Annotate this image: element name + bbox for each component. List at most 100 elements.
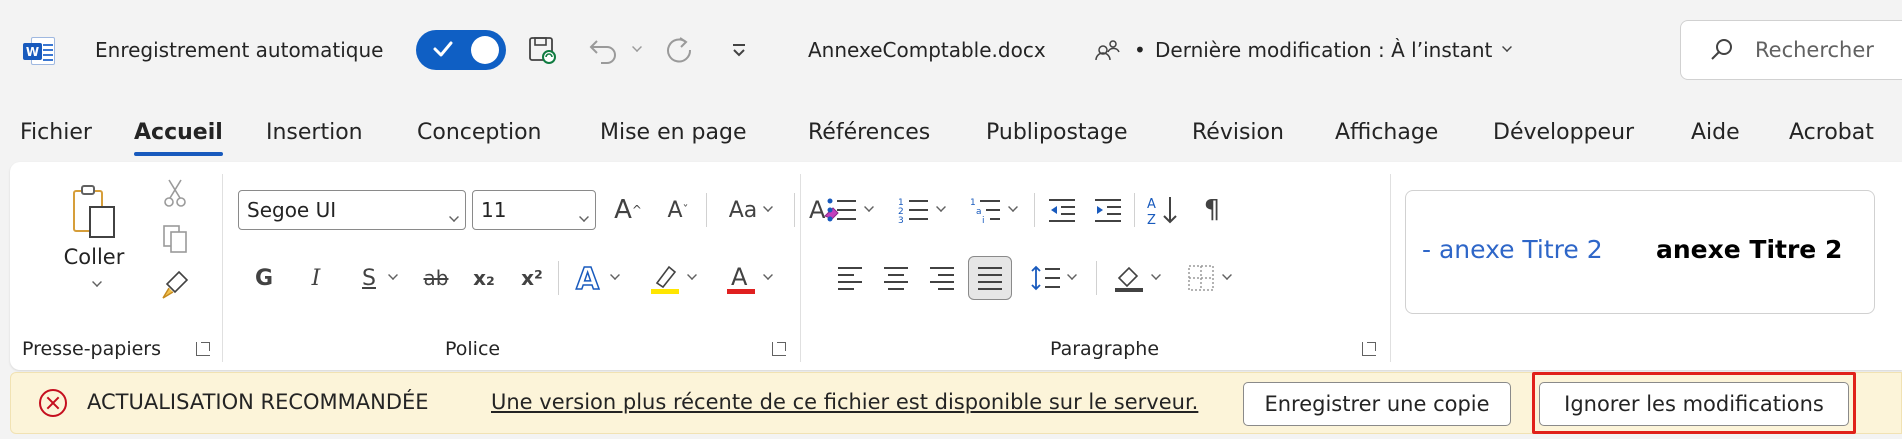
chevron-down-icon xyxy=(1222,270,1232,280)
increase-indent-icon[interactable] xyxy=(1088,190,1128,230)
font-size-value: 11 xyxy=(481,198,507,222)
font-name-combo[interactable]: Segoe UI xyxy=(238,190,466,230)
justify-icon[interactable] xyxy=(968,256,1012,300)
font-name-value: Segoe UI xyxy=(247,198,337,222)
grow-font-button[interactable]: A ^ xyxy=(608,190,648,230)
svg-text:A: A xyxy=(1147,197,1156,212)
chevron-down-icon xyxy=(763,202,774,212)
autosave-label: Enregistrement automatique xyxy=(95,38,384,62)
show-formatting-marks-button[interactable]: ¶ xyxy=(1192,190,1232,230)
numbering-button[interactable]: 123 xyxy=(888,190,956,230)
underline-button[interactable]: S xyxy=(350,258,410,298)
paste-button[interactable]: Coller xyxy=(58,178,130,290)
format-painter-icon[interactable] xyxy=(158,266,192,304)
undo-dropdown-chevron-icon[interactable] xyxy=(624,32,644,68)
tab-revision[interactable]: Révision xyxy=(1192,114,1284,150)
ribbon: Coller Presse-papiers Segoe UI 11 A ^ Aˇ … xyxy=(10,162,1902,370)
font-color-button[interactable]: A xyxy=(716,258,782,298)
chevron-down-icon xyxy=(687,270,697,280)
chevron-down-icon xyxy=(610,270,620,280)
chevron-down-icon xyxy=(936,202,946,212)
svg-text:3: 3 xyxy=(898,216,904,224)
multilevel-list-button[interactable]: 1ai xyxy=(960,190,1028,230)
tab-developpeur[interactable]: Développeur xyxy=(1493,114,1634,150)
style-item-anexe-titre-2-dash[interactable]: - anexe Titre 2 xyxy=(1422,235,1603,264)
change-case-button[interactable]: Aa xyxy=(716,190,786,230)
tab-aide[interactable]: Aide xyxy=(1691,114,1740,150)
redo-icon[interactable] xyxy=(658,32,698,68)
clipboard-launcher-icon[interactable] xyxy=(196,342,210,356)
align-center-icon[interactable] xyxy=(876,258,916,298)
message-title: ACTUALISATION RECOMMANDÉE xyxy=(87,390,429,414)
ribbon-tabs: Fichier Accueil Insertion Conception Mis… xyxy=(0,100,1902,162)
message-link[interactable]: Une version plus récente de ce fichier e… xyxy=(491,390,1198,414)
chevron-down-icon xyxy=(1067,270,1077,280)
decrease-indent-icon[interactable] xyxy=(1042,190,1082,230)
line-spacing-button[interactable] xyxy=(1020,258,1088,298)
svg-text:1: 1 xyxy=(970,198,976,208)
tab-references[interactable]: Références xyxy=(808,114,930,150)
chevron-down-icon xyxy=(1151,270,1161,280)
tab-mise-en-page[interactable]: Mise en page xyxy=(600,114,747,150)
chevron-down-icon xyxy=(1502,42,1513,52)
undo-icon[interactable] xyxy=(584,32,624,68)
search-placeholder: Rechercher xyxy=(1755,38,1874,62)
align-right-icon[interactable] xyxy=(922,258,962,298)
chevron-down-icon xyxy=(1008,202,1018,212)
align-left-icon[interactable] xyxy=(830,258,870,298)
tab-fichier[interactable]: Fichier xyxy=(20,114,92,150)
tab-conception[interactable]: Conception xyxy=(417,114,542,150)
subscript-button[interactable]: x₂ xyxy=(462,258,506,298)
bold-button[interactable]: G xyxy=(246,258,282,298)
customize-toolbar-icon[interactable] xyxy=(724,32,754,68)
svg-text:A: A xyxy=(576,262,600,294)
style-item-anexe-titre-2[interactable]: anexe Titre 2 xyxy=(1656,235,1842,264)
superscript-button[interactable]: x² xyxy=(510,258,554,298)
paragraph-launcher-icon[interactable] xyxy=(1362,342,1376,356)
italic-button[interactable]: I xyxy=(298,258,334,298)
autosave-toggle[interactable] xyxy=(416,30,506,70)
tab-publipostage[interactable]: Publipostage xyxy=(986,114,1128,150)
paste-dropdown-chevron-icon[interactable] xyxy=(92,277,102,287)
font-size-combo[interactable]: 11 xyxy=(472,190,596,230)
last-modified-dropdown[interactable]: Dernière modification : À l’instant xyxy=(1155,34,1513,66)
numbering-icon: 123 xyxy=(898,198,928,224)
document-title[interactable]: AnnexeComptable.docx xyxy=(808,34,1046,66)
chevron-down-icon xyxy=(864,202,874,212)
save-copy-button[interactable]: Enregistrer une copie xyxy=(1243,382,1511,426)
shrink-font-button[interactable]: Aˇ xyxy=(658,190,698,230)
font-launcher-icon[interactable] xyxy=(772,342,786,356)
highlight-box xyxy=(1532,372,1856,434)
paste-icon xyxy=(73,185,115,238)
tab-insertion[interactable]: Insertion xyxy=(266,114,363,150)
sort-icon[interactable]: AZ xyxy=(1140,190,1186,230)
shading-icon xyxy=(1115,266,1143,292)
save-icon[interactable] xyxy=(524,32,560,68)
tab-acrobat[interactable]: Acrobat xyxy=(1789,114,1874,150)
borders-icon xyxy=(1188,265,1214,291)
strikethrough-button[interactable]: ab xyxy=(414,258,458,298)
grow-font-label: A xyxy=(614,195,632,225)
shading-button[interactable] xyxy=(1104,258,1170,298)
search-box[interactable]: Rechercher xyxy=(1680,20,1902,80)
svg-text:i: i xyxy=(982,216,985,224)
tab-affichage[interactable]: Affichage xyxy=(1335,114,1438,150)
error-circle-icon xyxy=(39,389,67,417)
chevron-down-icon xyxy=(763,270,773,280)
title-bar: W Enregistrement automatique AnnexeCompt… xyxy=(0,0,1902,100)
cut-icon[interactable] xyxy=(158,174,192,212)
chevron-down-icon xyxy=(449,212,459,222)
multilevel-list-icon: 1ai xyxy=(970,198,1000,224)
text-effects-button[interactable]: A xyxy=(566,258,628,298)
bullets-button[interactable] xyxy=(816,190,884,230)
shrink-font-label: A xyxy=(667,197,683,223)
bullets-icon xyxy=(827,198,856,222)
borders-button[interactable] xyxy=(1176,258,1242,298)
svg-text:a: a xyxy=(976,207,982,217)
tab-accueil[interactable]: Accueil xyxy=(134,114,223,156)
clipboard-group-label: Presse-papiers xyxy=(22,338,161,360)
text-effects-icon: A xyxy=(575,262,601,294)
copy-icon[interactable] xyxy=(158,220,192,258)
highlight-color-button[interactable] xyxy=(640,258,706,298)
svg-text:A: A xyxy=(731,263,748,291)
